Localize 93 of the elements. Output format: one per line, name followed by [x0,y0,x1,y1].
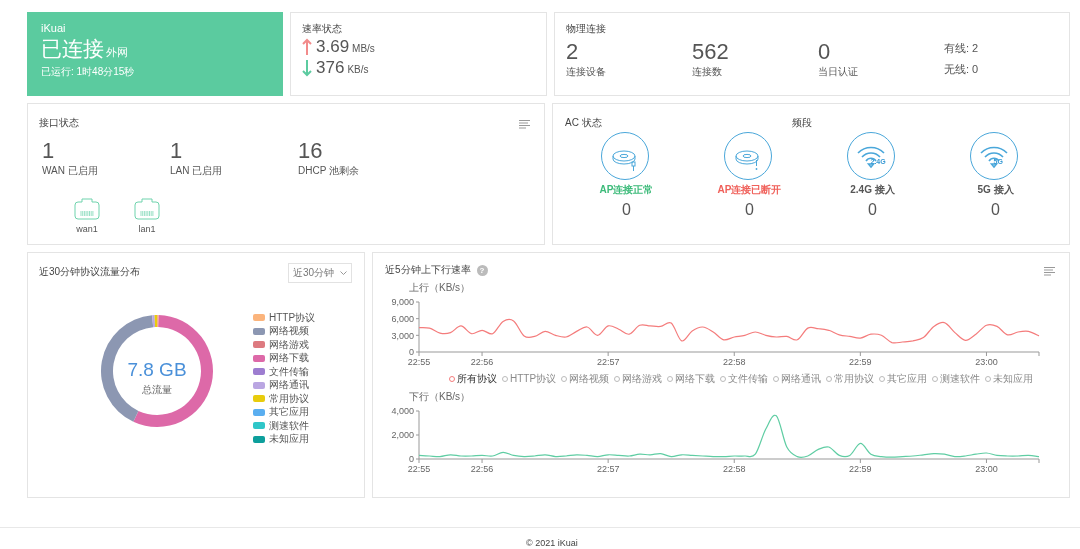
speed-value: 3.69 [316,37,350,57]
tick-label: 3,000 [391,330,414,341]
copyright-text: © 2021 iKuai [0,527,1080,549]
stat-value: 1 [42,138,55,164]
stat-label: LAN 已启用 [170,164,223,178]
status-label: 2.4G 接入 [850,183,895,197]
legend-label: 文件传输 [269,364,309,379]
menu-icon[interactable] [1044,267,1055,276]
legend-filter[interactable]: 测速软件 [932,372,981,386]
stat-label: DHCP 池剩余 [298,164,359,178]
chevron-down-icon [340,271,347,275]
legend-label: 测速软件 [269,418,309,433]
count-value: 0 [991,201,1000,219]
speed-unit: KB/s [347,64,369,75]
tick-label: 22:56 [470,357,494,367]
legend-filter[interactable]: 所有协议 [448,372,497,386]
tick-label: 22:58 [723,357,746,367]
legend-filter[interactable]: 其它应用 [879,372,928,386]
stat-label: 当日认证 [818,65,858,79]
tick-label: 4,000 [391,406,414,417]
card-title: 物理连接 [566,22,606,36]
legend-label: 网络游戏 [269,337,309,352]
legend-filter[interactable]: 网络通讯 [773,372,822,386]
count-value: 0 [868,201,877,219]
legend-label: HTTP协议 [269,310,316,325]
ethernet-port-icon[interactable] [134,198,160,220]
tick-label: 22:58 [723,464,746,474]
total-label: 总流量 [142,383,172,397]
tick-label: 9,000 [391,297,414,308]
stat-value: 562 [692,39,729,65]
legend-label: 未知应用 [269,432,309,447]
legend-filter[interactable]: HTTP协议 [501,372,557,386]
speed-value: 376 [316,58,345,78]
stat-value: 16 [298,138,323,164]
legend-filter[interactable]: 网络游戏 [614,372,663,386]
legend-label: 网络视频 [269,324,309,339]
legend-filter[interactable]: 常用协议 [826,372,875,386]
y-axis [418,410,420,460]
legend-label: 网络下载 [269,351,309,366]
stat-label: 连接数 [692,65,722,79]
card-title: 近30分钟协议流量分布 [39,265,141,279]
stat-label: WAN 已启用 [42,164,98,178]
legend-filter[interactable]: 网络视频 [561,372,610,386]
card-title: 近5分钟上下行速率 [385,263,471,277]
tick-label: 22:55 [407,357,431,367]
axis-title: 下行（KB/s） [409,390,471,404]
count-value: 0 [622,201,631,219]
legend-label: 网络通讯 [269,378,309,393]
connection-count: 有线: 2 [944,41,979,56]
port-label: lan1 [138,224,156,234]
legend-label: 常用协议 [269,391,309,406]
status-label: AP连接已断开 [717,183,782,197]
legend-filter[interactable]: 文件传输 [720,372,769,386]
legend-label: 其它应用 [269,405,309,420]
menu-icon[interactable] [519,120,530,129]
tick-label: 22:59 [849,464,872,474]
card-title: 速率状态 [302,22,342,36]
status-label: AP连接正常 [599,183,654,197]
connection-status: 已连接 [41,36,104,62]
status-label: 5G 接入 [977,183,1014,197]
legend-filter[interactable]: 未知应用 [985,372,1034,386]
network-label: 外网 [106,45,128,60]
stat-value: 0 [818,39,831,65]
tick-label: 22:55 [407,464,431,474]
total-traffic: 7.8 GB [127,359,187,381]
card-title: 接口状态 [39,116,79,130]
stat-value: 1 [170,138,183,164]
tick-label: 22:57 [596,357,620,367]
stat-value: 2 [566,39,579,65]
ethernet-port-icon[interactable] [74,198,100,220]
port-label: wan1 [76,224,98,234]
tick-label: 22:56 [470,464,494,474]
tick-label: 23:00 [975,464,998,474]
y-axis [418,301,420,353]
stat-label: 连接设备 [566,65,606,79]
brand-label: iKuai [41,22,66,34]
tick-label: 22:57 [596,464,620,474]
card-title: AC 状态 [565,116,602,130]
legend-filter[interactable]: 网络下载 [667,372,716,386]
tick-label: 2,000 [391,430,414,441]
tick-label: 23:00 [975,357,998,367]
tick-label: 6,000 [391,313,414,324]
card-title: 频段 [791,116,812,130]
tick-label: 22:59 [849,357,872,367]
connection-count: 无线: 0 [944,62,979,77]
tick-label: 0 [409,454,414,465]
period-dropdown[interactable]: 近30分钟 [287,263,352,283]
uptime-text: 已运行: 1时48分15秒 [41,65,135,79]
axis-title: 上行（KB/s） [409,281,471,295]
speed-unit: MB/s [352,43,375,54]
count-value: 0 [745,201,754,219]
tick-label: 0 [409,347,414,358]
help-icon[interactable]: ? [476,264,488,276]
